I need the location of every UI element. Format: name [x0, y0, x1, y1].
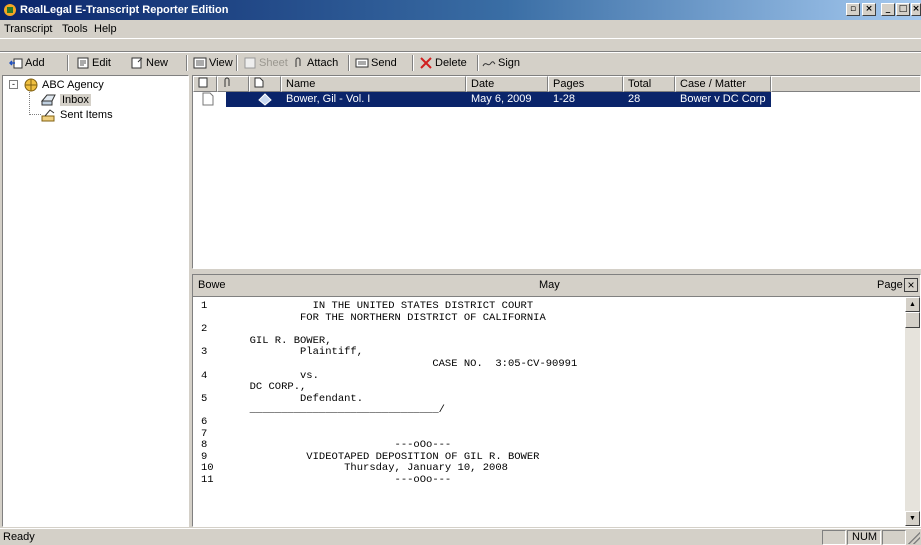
row-total: 28	[628, 93, 641, 105]
add-button[interactable]: Add	[9, 55, 45, 71]
minimize-button[interactable]: _	[881, 3, 895, 16]
signed-transcript-icon	[258, 93, 272, 106]
sheet-button[interactable]: Sheet	[243, 55, 288, 71]
status-text: Ready	[3, 531, 35, 543]
col-header-case-matter[interactable]: Case / Matter	[675, 76, 771, 92]
mdi-restore-button[interactable]: ▫	[846, 3, 860, 16]
view-button[interactable]: View	[193, 55, 233, 71]
line-number: 6	[201, 416, 208, 428]
tree-node-inbox[interactable]: Inbox	[41, 93, 91, 107]
row-name: Bower, Gil - Vol. I	[286, 93, 371, 105]
col-header-attachment[interactable]	[217, 76, 249, 92]
col-header-name[interactable]: Name	[281, 76, 466, 92]
separator	[477, 55, 479, 71]
paperclip-icon	[295, 57, 301, 67]
transcript-line: ---oOo---	[237, 474, 452, 486]
delete-button[interactable]: Delete	[419, 55, 467, 71]
table-row[interactable]: Bower, Gil - Vol. I May 6, 2009 1-28 28 …	[193, 92, 771, 107]
paperclip-icon	[224, 77, 230, 87]
viewer-header-name: Bowe	[198, 279, 226, 291]
agency-globe-icon	[24, 78, 38, 92]
sign-icon	[482, 61, 496, 67]
row-date: May 6, 2009	[471, 93, 532, 105]
status-panel-empty	[822, 530, 846, 545]
new-document-icon	[131, 57, 143, 69]
attach-button[interactable]: Attach	[291, 55, 338, 71]
toolbar: Add Edit New View Sheet Attach Send Dele…	[0, 51, 921, 73]
line-number: 11	[201, 474, 214, 486]
send-button[interactable]: Send	[355, 55, 397, 71]
transcript-line: CASE NO. 3:05-CV-90991	[237, 358, 578, 370]
menu-help[interactable]: Help	[94, 23, 117, 35]
status-panel-empty	[882, 530, 906, 545]
window-title: RealLegal E-Transcript Reporter Edition	[20, 4, 229, 16]
send-icon	[355, 58, 369, 68]
add-icon	[9, 58, 23, 69]
document-icon	[198, 77, 208, 88]
menu-transcript[interactable]: Transcript	[4, 23, 53, 35]
delete-x-icon	[420, 57, 432, 69]
row-case: Bower v DC Corp	[680, 93, 766, 105]
menu-bar: Transcript Tools Help	[0, 20, 921, 39]
transcript-list: Name Date Pages Total Case / Matter Bowe…	[192, 75, 921, 269]
line-number: 2	[201, 323, 208, 336]
row-pages: 1-28	[553, 93, 576, 105]
sent-items-icon	[41, 109, 55, 122]
scroll-up-button[interactable]: ▲	[905, 297, 920, 312]
separator	[67, 55, 69, 71]
viewer-header: Bowe May Page ×	[193, 275, 920, 297]
transcript-text[interactable]: 1 IN THE UNITED STATES DISTRICT COURT FO…	[193, 297, 905, 526]
close-button[interactable]: ×	[911, 3, 921, 16]
inbox-icon	[41, 94, 56, 106]
transcript-line: IN THE UNITED STATES DISTRICT COURT	[237, 300, 534, 312]
tree-node-sent-items[interactable]: Sent Items	[41, 108, 113, 122]
row-icon-cell	[193, 92, 226, 107]
folder-tree: - ABC Agency Inbox Sent Items	[2, 75, 189, 527]
line-number: 4	[201, 369, 208, 382]
app-icon	[4, 4, 16, 16]
transcript-file-icon	[202, 92, 214, 106]
separator	[412, 55, 414, 71]
sheet-icon	[244, 57, 256, 69]
scroll-thumb[interactable]	[905, 312, 920, 328]
viewer-header-date: May	[539, 279, 560, 291]
viewer-scrollbar[interactable]: ▲ ▼	[905, 297, 920, 526]
tree-collapse-toggle[interactable]: -	[9, 80, 18, 89]
maximize-button[interactable]: □	[896, 3, 910, 16]
col-header-pages[interactable]: Pages	[548, 76, 623, 92]
transcript-viewer: Bowe May Page × 1 IN THE UNITED STATES D…	[192, 274, 921, 527]
title-bar: RealLegal E-Transcript Reporter Edition …	[0, 0, 921, 20]
page-icon	[254, 77, 264, 88]
resize-grip-icon[interactable]	[908, 532, 920, 544]
menu-tools[interactable]: Tools	[62, 23, 88, 35]
col-header-date[interactable]: Date	[466, 76, 548, 92]
viewer-close-icon[interactable]: ×	[904, 278, 918, 292]
separator	[348, 55, 350, 71]
col-header-filler	[771, 76, 920, 92]
transcript-line: FOR THE NORTHERN DISTRICT OF CALIFORNIA	[237, 311, 546, 324]
line-number: 5	[201, 392, 208, 405]
col-header-type-icon[interactable]	[193, 76, 217, 92]
edit-icon	[77, 57, 89, 69]
status-num-lock: NUM	[847, 530, 881, 545]
tree-node-abc-agency[interactable]: ABC Agency	[23, 78, 104, 92]
status-bar: Ready NUM	[0, 528, 921, 545]
edit-button[interactable]: Edit	[76, 55, 111, 71]
separator	[236, 55, 238, 71]
view-icon	[193, 57, 207, 69]
line-number: 1	[201, 300, 208, 312]
new-button[interactable]: New	[130, 55, 168, 71]
mdi-close-icon[interactable]: ×	[862, 3, 876, 16]
sign-button[interactable]: Sign	[482, 55, 520, 71]
viewer-header-page: Page	[877, 279, 903, 291]
tree-line-branch	[29, 114, 41, 115]
separator	[186, 55, 188, 71]
col-header-status[interactable]	[249, 76, 281, 92]
transcript-line: ______________________________/	[237, 404, 445, 417]
col-header-total[interactable]: Total	[623, 76, 675, 92]
line-number: 3	[201, 346, 208, 359]
scroll-down-button[interactable]: ▼	[905, 511, 920, 526]
